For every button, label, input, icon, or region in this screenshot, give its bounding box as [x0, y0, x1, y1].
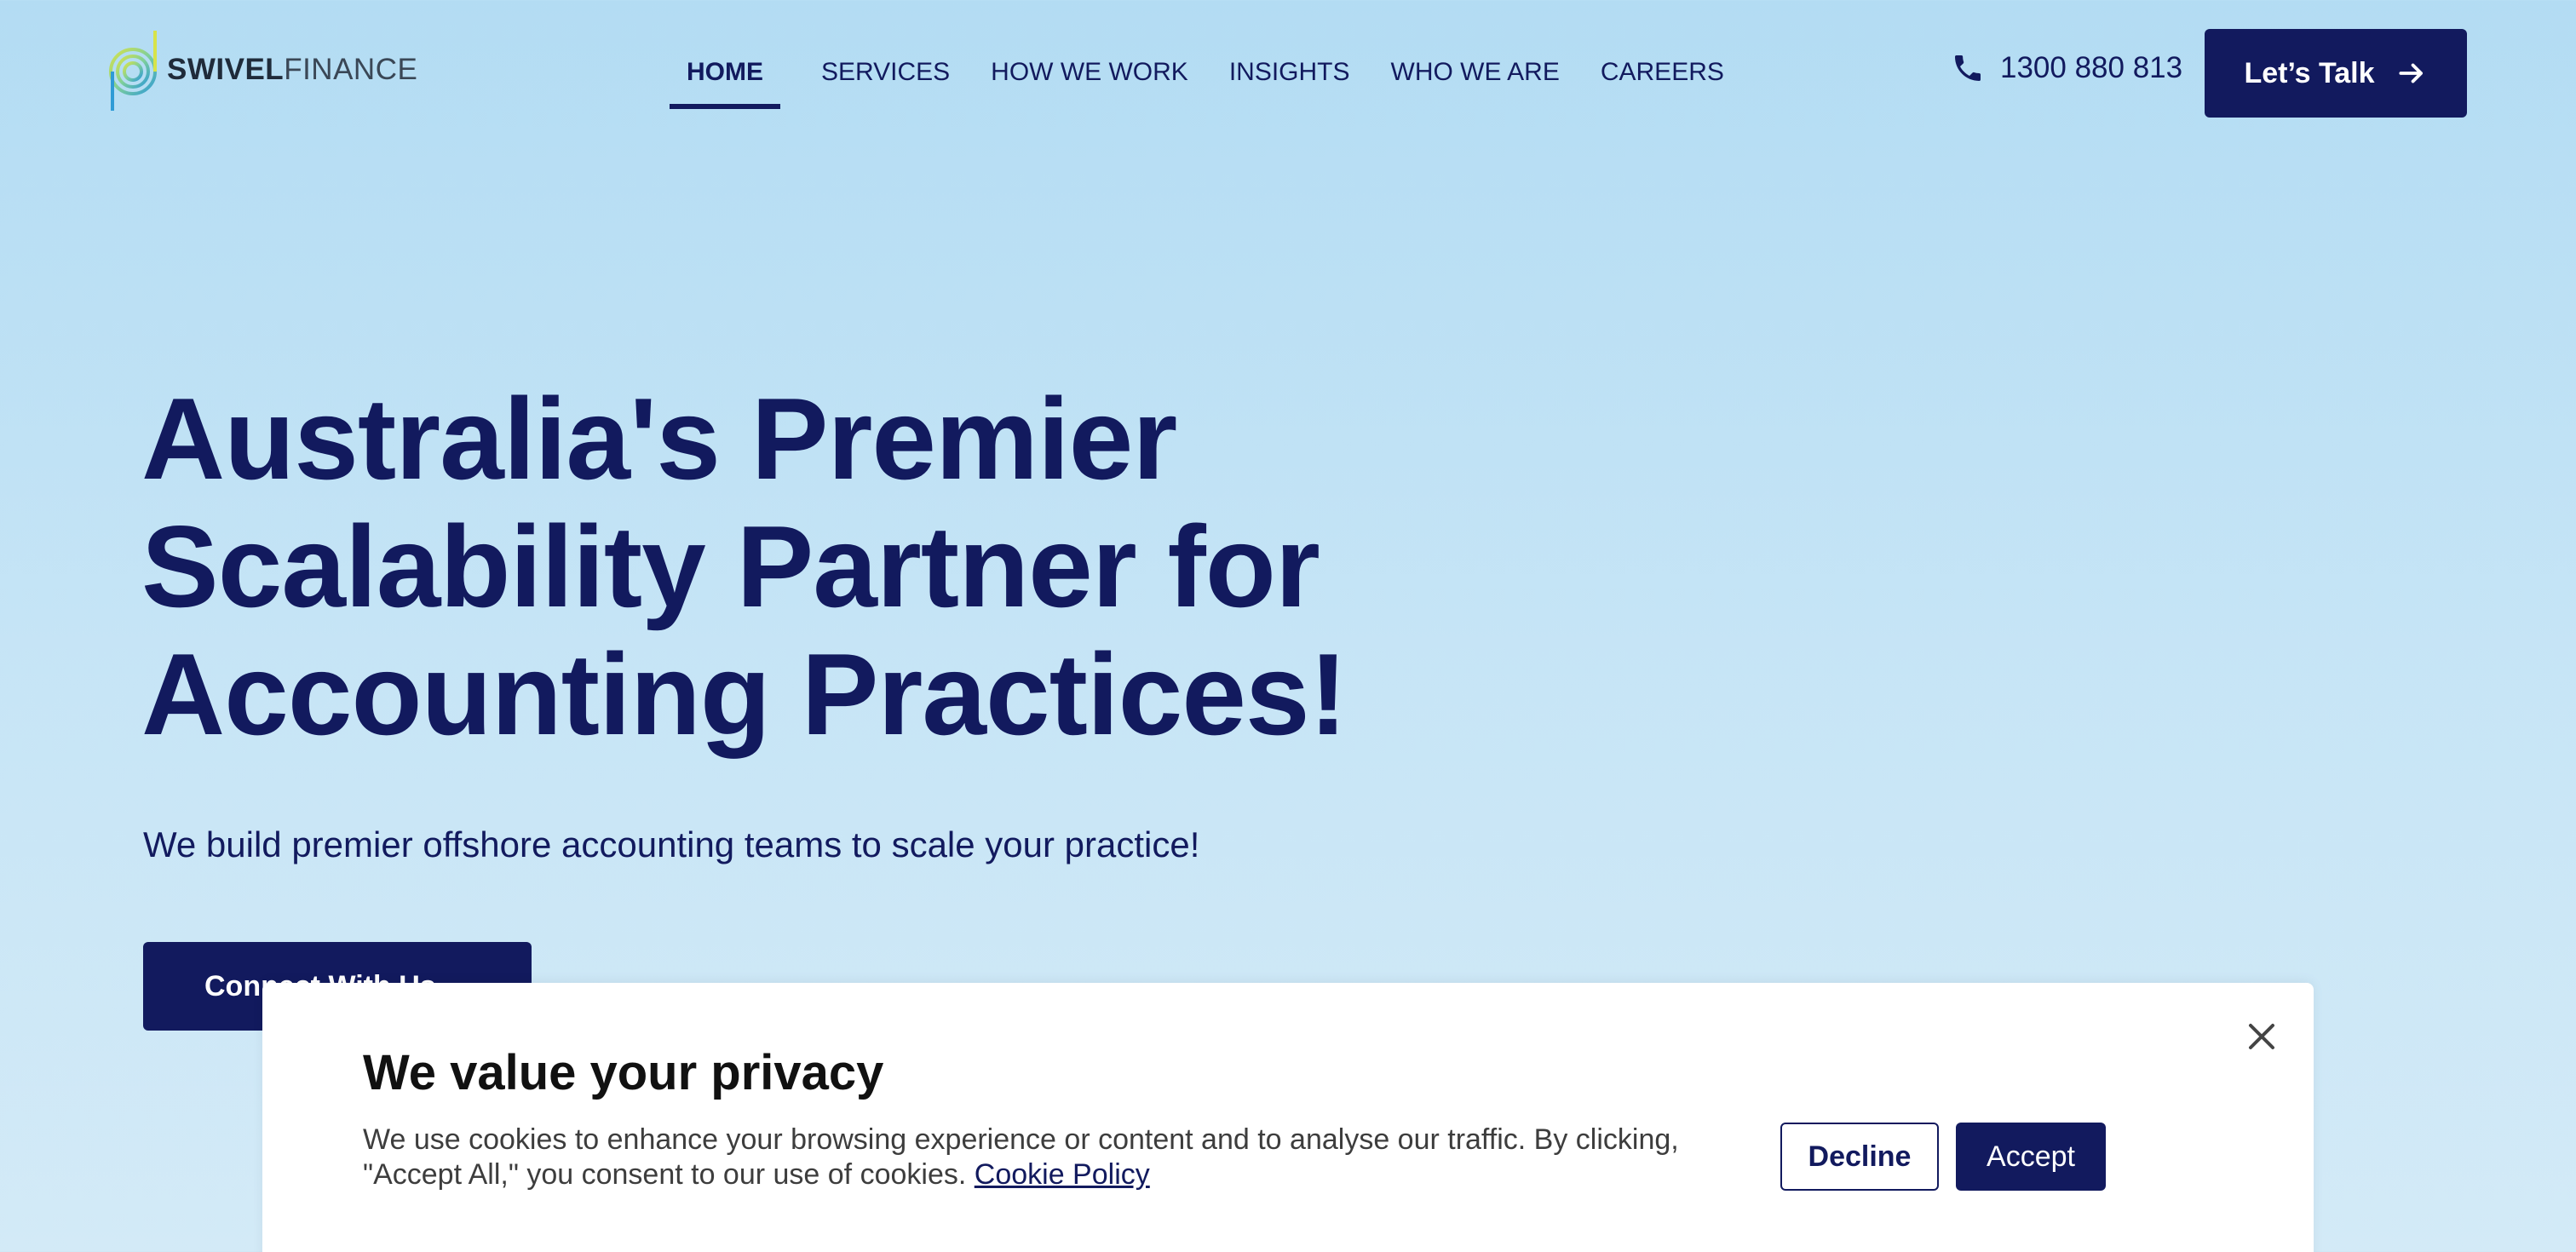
phone-number: 1300 880 813: [2000, 51, 2183, 84]
accept-button[interactable]: Accept: [1956, 1123, 2106, 1191]
close-banner-button[interactable]: [2240, 1015, 2283, 1058]
logo-text-light: FINANCE: [284, 53, 418, 86]
arrow-right-icon: [2398, 63, 2423, 83]
close-icon: [2249, 1024, 2274, 1049]
swivel-logo-icon: [109, 31, 157, 111]
swivel-finance-logo[interactable]: SWIVELFINANCE: [107, 27, 417, 112]
site-header: SWIVELFINANCE HOME SERVICES HOW WE WORK …: [0, 0, 2576, 145]
logo-text-bold: SWIVEL: [167, 53, 285, 86]
lets-talk-label: Let’s Talk: [2244, 56, 2375, 89]
nav-item-careers[interactable]: CAREERS: [1601, 49, 1724, 109]
hero-title: Australia's Premier Scalability Partner …: [141, 375, 1419, 758]
cookie-title: We value your privacy: [363, 1045, 884, 1100]
phone-icon: [1955, 55, 1981, 81]
decline-button[interactable]: Decline: [1780, 1123, 1939, 1191]
nav-item-who-we-are[interactable]: WHO WE ARE: [1391, 49, 1560, 109]
nav-item-services[interactable]: SERVICES: [821, 49, 950, 109]
cookie-consent-banner: We value your privacy We use cookies to …: [262, 983, 2314, 1252]
hero-subtitle: We build premier offshore accounting tea…: [143, 824, 1200, 864]
nav-item-home[interactable]: HOME: [670, 49, 780, 109]
hero-title-line: Accounting Practices!: [141, 629, 1348, 759]
nav-item-insights[interactable]: INSIGHTS: [1229, 49, 1350, 109]
logo-wordmark: SWIVELFINANCE: [167, 53, 417, 87]
hero-title-line: Australia's Premier: [141, 374, 1177, 503]
hero-title-line: Scalability Partner for: [141, 502, 1320, 631]
main-nav: HOME SERVICES HOW WE WORK INSIGHTS WHO W…: [670, 49, 1765, 109]
phone-link[interactable]: 1300 880 813: [1951, 51, 2182, 85]
cookie-policy-link[interactable]: Cookie Policy: [975, 1158, 1150, 1191]
lets-talk-button[interactable]: Let’s Talk: [2205, 29, 2467, 118]
nav-item-how-we-work[interactable]: HOW WE WORK: [991, 49, 1188, 109]
cookie-text: We use cookies to enhance your browsing …: [363, 1123, 1709, 1192]
